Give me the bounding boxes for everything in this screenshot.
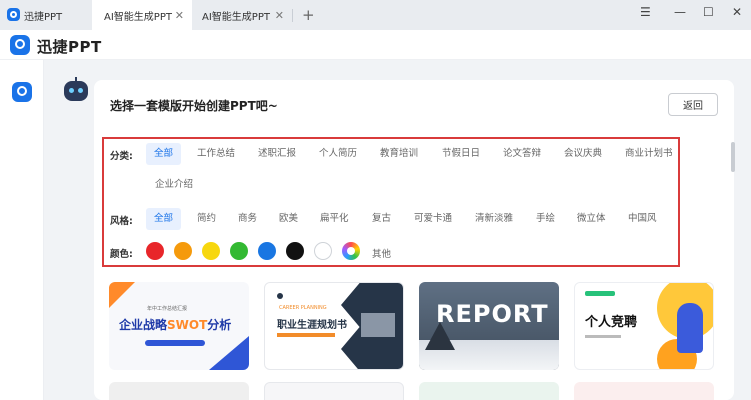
decor-person <box>677 303 703 353</box>
style-flat[interactable]: 扁平化 <box>320 208 349 230</box>
decor-dot <box>277 293 283 299</box>
category-label: 分类: <box>110 151 133 162</box>
robot-antenna <box>75 77 77 82</box>
category-thesis[interactable]: 论文答辩 <box>503 143 541 165</box>
page-title: 选择一套模版开始创建PPT吧~ <box>110 99 278 113</box>
color-swatch-black[interactable] <box>286 242 304 260</box>
scrollbar-thumb[interactable] <box>731 142 735 172</box>
category-all[interactable]: 全部 <box>146 143 182 165</box>
app-header: 迅捷PPT <box>0 30 751 60</box>
template-title: 职业生涯规划书 <box>277 320 347 331</box>
tab-label: 迅捷PPT <box>24 11 63 23</box>
filter-panel: 分类: 全部 工作总结 述职汇报 个人简历 教育培训 节假日日 论文答辩 会议庆… <box>102 137 680 267</box>
title-bar: 迅捷PPT AI智能生成PPT ✕ AI智能生成PPT ✕ + ☰ — ☐ ✕ <box>0 0 751 30</box>
menu-icon[interactable]: ☰ <box>640 5 651 19</box>
close-tab-icon[interactable]: ✕ <box>275 9 284 22</box>
category-company-intro[interactable]: 企业介绍 <box>155 174 193 196</box>
back-button[interactable]: 返回 <box>668 93 718 116</box>
decor-shape <box>109 282 135 308</box>
category-resume[interactable]: 个人简历 <box>319 143 357 165</box>
template-title: 个人竞聘 <box>585 315 638 330</box>
tab-label: AI智能生成PPT <box>104 11 172 23</box>
category-report[interactable]: 述职汇报 <box>258 143 296 165</box>
template-swot[interactable]: 年中工作总结汇报 企业战略SWOT分析 <box>109 282 249 370</box>
style-all[interactable]: 全部 <box>146 208 182 230</box>
category-work-summary[interactable]: 工作总结 <box>197 143 235 165</box>
decor-tag <box>585 291 615 296</box>
brand-logo-icon <box>10 35 30 55</box>
title-highlight: SWOT <box>167 318 208 332</box>
style-handdrawn[interactable]: 手绘 <box>536 208 555 230</box>
color-swatch-red[interactable] <box>146 242 164 260</box>
close-window-icon[interactable]: ✕ <box>732 5 742 19</box>
minimize-icon[interactable]: — <box>674 5 686 19</box>
title-part: 分析 <box>207 318 232 332</box>
tab-divider <box>292 9 293 22</box>
template-thumbnail[interactable] <box>419 382 559 400</box>
color-swatch-green[interactable] <box>230 242 248 260</box>
new-tab-icon[interactable]: + <box>302 6 315 24</box>
sidebar-home-icon[interactable] <box>12 82 32 102</box>
template-career-plan[interactable]: CAREER PLANNING 职业生涯规划书 <box>264 282 404 370</box>
sidebar <box>0 60 44 400</box>
template-en-title: CAREER PLANNING <box>279 305 327 311</box>
app-logo-icon <box>7 8 20 21</box>
decor-shape <box>209 336 249 370</box>
color-swatch-multicolor[interactable] <box>342 242 360 260</box>
template-subtitle: 年中工作总结汇报 <box>147 306 188 312</box>
close-tab-icon[interactable]: ✕ <box>175 9 184 22</box>
title-part: 企业战略 <box>119 318 168 332</box>
maximize-icon[interactable]: ☐ <box>703 5 714 19</box>
tab-home[interactable]: 迅捷PPT <box>0 0 92 30</box>
decor-photo-collage <box>341 283 403 369</box>
category-business-plan[interactable]: 商业计划书 <box>625 143 673 165</box>
tab-ai-ppt-active[interactable]: AI智能生成PPT ✕ <box>92 0 192 30</box>
decor-line <box>277 333 335 337</box>
color-swatch-yellow[interactable] <box>202 242 220 260</box>
template-title: 企业战略SWOT分析 <box>119 316 231 333</box>
template-campaign[interactable]: 个人竞聘 <box>574 282 714 370</box>
tab-ai-ppt[interactable]: AI智能生成PPT ✕ <box>192 0 292 30</box>
template-title: REPORT <box>436 300 549 328</box>
style-fresh[interactable]: 清新淡雅 <box>475 208 513 230</box>
style-business[interactable]: 商务 <box>238 208 257 230</box>
category-conference[interactable]: 会议庆典 <box>564 143 602 165</box>
style-european[interactable]: 欧美 <box>279 208 298 230</box>
template-thumbnail[interactable] <box>264 382 404 400</box>
color-swatch-orange[interactable] <box>174 242 192 260</box>
robot-eye <box>69 88 74 93</box>
template-report[interactable]: REPORT <box>419 282 559 370</box>
style-cartoon[interactable]: 可爱卡通 <box>414 208 452 230</box>
style-3d[interactable]: 微立体 <box>577 208 606 230</box>
template-thumbnail[interactable] <box>109 382 249 400</box>
decor-line <box>585 335 621 338</box>
color-swatch-white[interactable] <box>314 242 332 260</box>
tab-label: AI智能生成PPT <box>202 11 270 23</box>
decor-pill <box>145 340 205 346</box>
color-label: 颜色: <box>110 249 133 260</box>
template-thumbnail[interactable] <box>574 382 714 400</box>
color-other[interactable]: 其他 <box>372 246 391 260</box>
category-education[interactable]: 教育培训 <box>380 143 418 165</box>
style-simple[interactable]: 简约 <box>197 208 216 230</box>
robot-eye <box>78 88 83 93</box>
color-swatch-blue[interactable] <box>258 242 276 260</box>
brand-name: 迅捷PPT <box>37 38 102 56</box>
robot-assistant-icon <box>64 77 88 101</box>
template-card: 选择一套模版开始创建PPT吧~ 返回 分类: 全部 工作总结 述职汇报 个人简历… <box>94 80 734 400</box>
style-chinese[interactable]: 中国风 <box>628 208 657 230</box>
style-label: 风格: <box>110 216 133 227</box>
style-retro[interactable]: 复古 <box>372 208 391 230</box>
category-holiday[interactable]: 节假日日 <box>442 143 480 165</box>
